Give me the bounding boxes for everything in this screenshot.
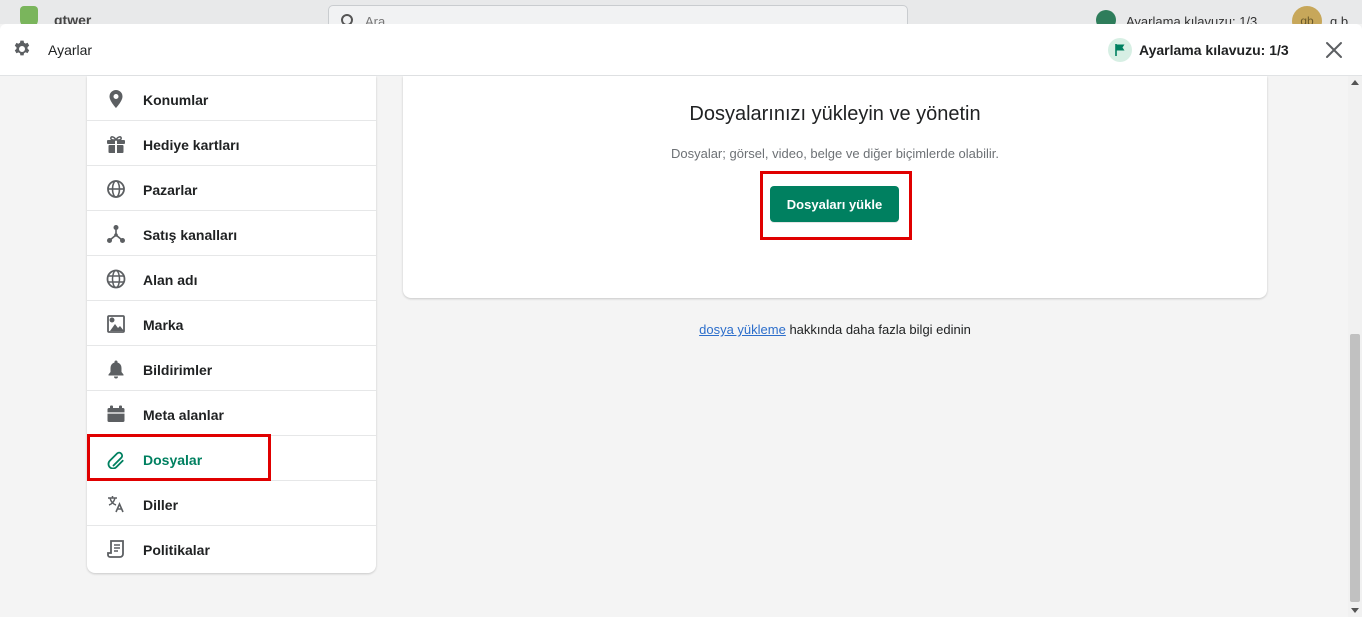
background-search-bar: Ara — [328, 5, 908, 24]
close-icon[interactable] — [1324, 40, 1344, 60]
flag-icon — [1108, 38, 1132, 62]
sidebar-item-label: Hediye kartları — [143, 137, 240, 153]
sidebar-item-bildirimler[interactable]: Bildirimler — [87, 346, 376, 391]
empty-state-subtitle: Dosyalar; görsel, video, belge ve diğer … — [670, 146, 1000, 161]
background-guide-icon — [1096, 10, 1116, 24]
sidebar-item-label: Politikalar — [143, 542, 210, 558]
sidebar-item-label: Meta alanlar — [143, 407, 224, 423]
search-icon — [341, 14, 353, 24]
empty-state-title: Dosyalarınızı yükleyin ve yönetin — [689, 103, 981, 125]
channels-icon — [105, 223, 127, 245]
settings-header: Ayarlar Ayarlama kılavuzu: 1/3 — [0, 24, 1362, 76]
settings-sidebar: Konumlar Hediye kartları Pazarlar Satış … — [87, 76, 376, 573]
sidebar-item-label: Konumlar — [143, 92, 209, 108]
setup-guide-button[interactable]: Ayarlama kılavuzu: 1/3 — [1108, 38, 1289, 62]
sidebar-item-alan-adi[interactable]: Alan adı — [87, 256, 376, 301]
sidebar-item-konumlar[interactable]: Konumlar — [87, 76, 376, 121]
sidebar-item-diller[interactable]: Diller — [87, 481, 376, 526]
store-name: qtwer — [54, 12, 92, 24]
scroll-down-arrow-icon[interactable] — [1351, 608, 1359, 613]
domain-globe-icon — [105, 268, 127, 290]
gear-icon — [14, 40, 30, 56]
sidebar-item-label: Satış kanalları — [143, 227, 238, 243]
shopify-logo-icon — [20, 6, 38, 24]
search-placeholder: Ara — [365, 14, 386, 24]
globe-markets-icon — [105, 178, 127, 200]
sidebar-item-marka[interactable]: Marka — [87, 301, 376, 346]
sidebar-item-label: Dosyalar — [143, 452, 203, 468]
sidebar-item-label: Bildirimler — [143, 362, 213, 378]
sidebar-item-hediye-kartlari[interactable]: Hediye kartları — [87, 121, 376, 166]
scroll-up-arrow-icon[interactable] — [1351, 80, 1359, 85]
location-pin-icon — [105, 88, 127, 110]
sidebar-item-satis-kanallari[interactable]: Satış kanalları — [87, 211, 376, 256]
sidebar-item-pazarlar[interactable]: Pazarlar — [87, 166, 376, 211]
sidebar-item-label: Diller — [143, 497, 179, 513]
policy-icon — [105, 538, 127, 560]
learn-more-suffix: hakkında daha fazla bilgi edinin — [785, 322, 971, 337]
paperclip-icon — [105, 448, 127, 470]
avatar: qb — [1292, 6, 1322, 24]
vertical-scrollbar[interactable] — [1348, 76, 1362, 617]
metafields-icon — [105, 403, 127, 425]
sidebar-item-meta-alanlar[interactable]: Meta alanlar — [87, 391, 376, 436]
files-empty-state-card: Dosyalarınızı yükleyin ve yönetin Dosyal… — [403, 76, 1267, 298]
brand-icon — [105, 313, 127, 335]
sidebar-item-dosyalar[interactable]: Dosyalar — [87, 436, 376, 481]
sidebar-item-label: Alan adı — [143, 272, 198, 288]
sidebar-item-label: Pazarlar — [143, 182, 198, 198]
sidebar-item-politikalar[interactable]: Politikalar — [87, 526, 376, 571]
scroll-thumb[interactable] — [1350, 334, 1360, 602]
learn-more-link[interactable]: dosya yükleme — [699, 322, 786, 337]
sidebar-item-label: Marka — [143, 317, 184, 333]
setup-guide-label: Ayarlama kılavuzu: 1/3 — [1139, 42, 1289, 58]
background-guide-text: Ayarlama kılavuzu: 1/3 — [1126, 14, 1258, 24]
language-icon — [105, 493, 127, 515]
background-topbar: qtwer Ara Ayarlama kılavuzu: 1/3 qb q b — [0, 0, 1362, 24]
user-name: q b — [1330, 14, 1349, 24]
bell-icon — [105, 358, 127, 380]
gift-icon — [105, 133, 127, 155]
page-title: Ayarlar — [48, 42, 93, 58]
learn-more-text: dosya yükleme hakkında daha fazla bilgi … — [403, 322, 1267, 337]
upload-files-button[interactable]: Dosyaları yükle — [770, 186, 899, 222]
